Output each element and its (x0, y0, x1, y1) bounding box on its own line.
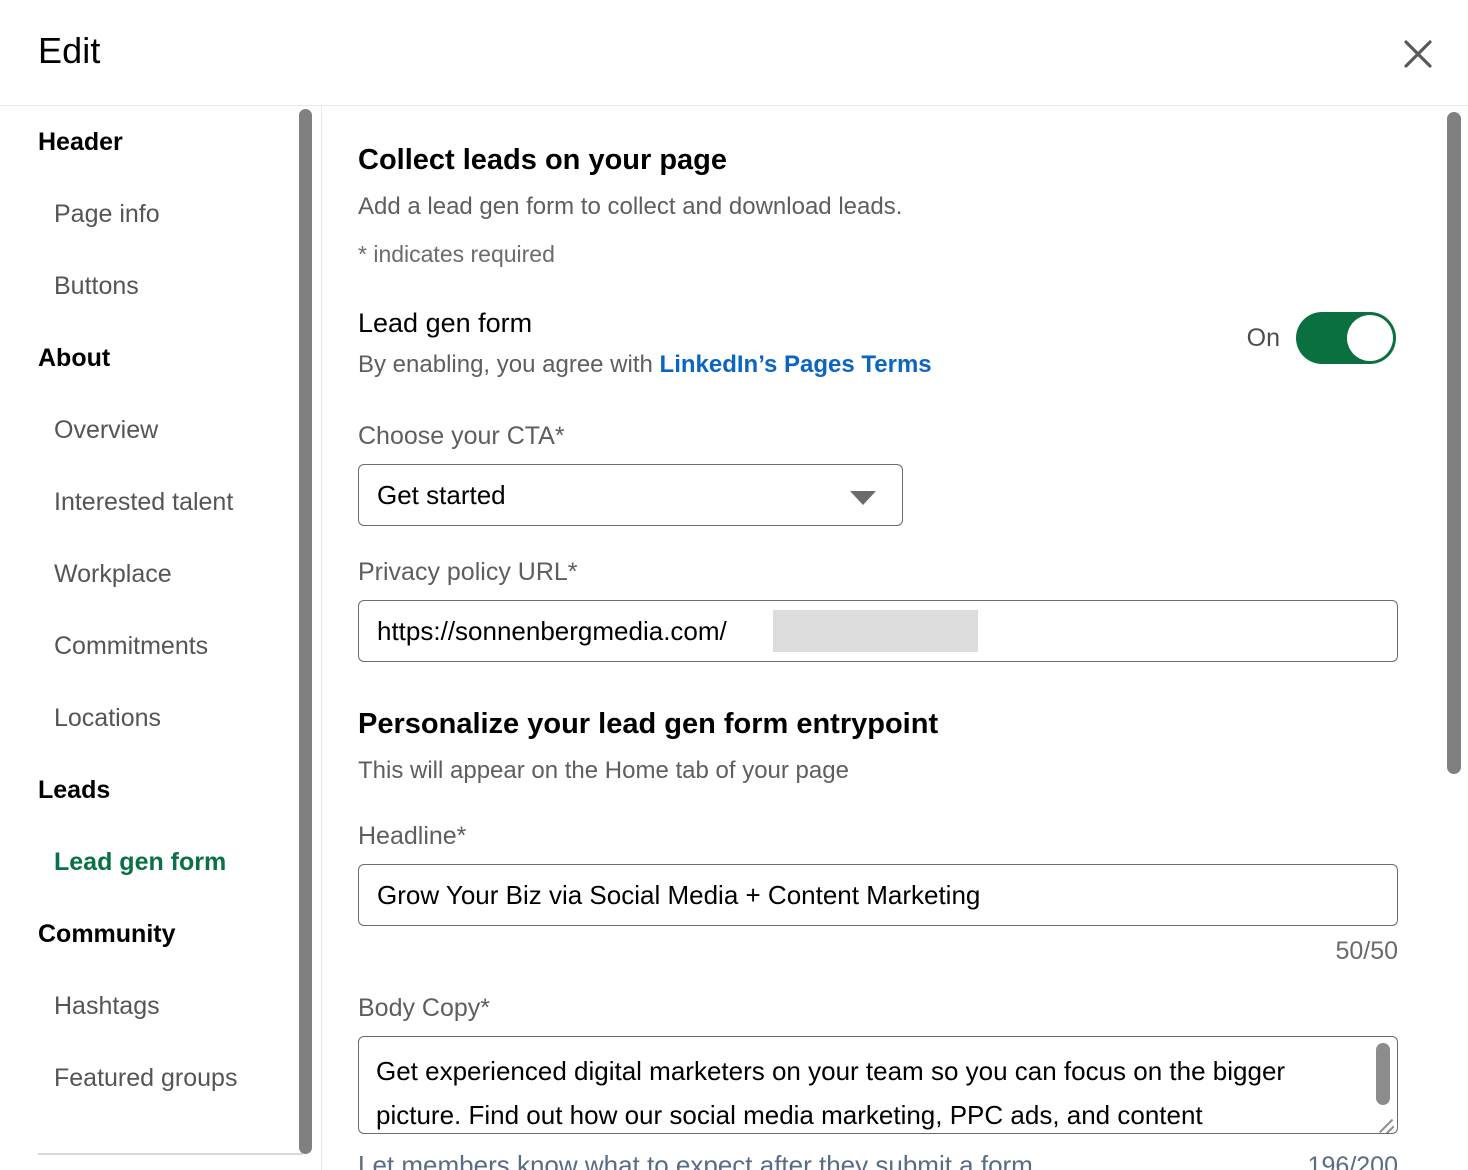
resize-handle-icon[interactable] (1375, 1111, 1395, 1131)
section-title: Collect leads on your page (358, 142, 1398, 178)
sidebar-item-commitments[interactable]: Commitments (0, 610, 321, 682)
body-copy-textarea[interactable]: Get experienced digital marketers on you… (358, 1036, 1398, 1134)
headline-field: Headline* 50/50 (358, 820, 1398, 966)
sidebar-item-buttons[interactable]: Buttons (0, 250, 321, 322)
lead-gen-form-label: Lead gen form (358, 306, 1398, 340)
personalize-title: Personalize your lead gen form entrypoin… (358, 706, 1398, 742)
cta-label: Choose your CTA* (358, 420, 1398, 452)
sidebar-group-header: Header (0, 106, 321, 178)
toggle-control-group: On (1247, 312, 1396, 364)
lead-gen-toggle-row: Lead gen form By enabling, you agree wit… (358, 306, 1398, 390)
section-subtitle: Add a lead gen form to collect and downl… (358, 192, 1398, 222)
body-copy-scrollbar[interactable] (1376, 1043, 1390, 1105)
cta-selected-value: Get started (377, 465, 506, 525)
privacy-url-value: https://sonnenbergmedia.com/ (377, 601, 727, 661)
sidebar-group-community: Community (0, 898, 321, 970)
privacy-url-input[interactable]: https://sonnenbergmedia.com/ (358, 600, 1398, 662)
personalize-subtitle: This will appear on the Home tab of your… (358, 756, 1398, 786)
consent-text: By enabling, you agree with LinkedIn’s P… (358, 350, 1398, 380)
toggle-knob (1347, 315, 1393, 361)
sidebar-scrollbar[interactable] (299, 109, 312, 1154)
lead-gen-form-panel: Collect leads on your page Add a lead ge… (322, 106, 1468, 1170)
sidebar-item-lead-gen-form[interactable]: Lead gen form (0, 826, 321, 898)
body-copy-value: Get experienced digital marketers on you… (376, 1049, 1355, 1134)
cta-select[interactable]: Get started (358, 464, 903, 526)
chevron-down-icon (850, 491, 876, 505)
sidebar-list: HeaderPage infoButtonsAboutOverviewInter… (0, 106, 321, 1114)
modal-header: Edit (0, 0, 1468, 106)
body-copy-field: Body Copy* Get experienced digital marke… (358, 992, 1398, 1170)
sidebar-nav: HeaderPage infoButtonsAboutOverviewInter… (0, 106, 322, 1170)
personalize-section: Personalize your lead gen form entrypoin… (358, 706, 1398, 786)
sidebar-group-leads: Leads (0, 754, 321, 826)
headline-label: Headline* (358, 820, 1398, 852)
sidebar-divider (38, 1153, 303, 1155)
body-copy-footer: Let members know what to expect after th… (358, 1150, 1398, 1170)
sidebar-item-locations[interactable]: Locations (0, 682, 321, 754)
sidebar-item-workplace[interactable]: Workplace (0, 538, 321, 610)
sidebar-group-about: About (0, 322, 321, 394)
pages-terms-link[interactable]: LinkedIn’s Pages Terms (660, 351, 932, 378)
modal-body: HeaderPage infoButtonsAboutOverviewInter… (0, 106, 1468, 1170)
body-copy-label: Body Copy* (358, 992, 1398, 1024)
privacy-url-label: Privacy policy URL* (358, 556, 1398, 588)
sidebar-item-interested-talent[interactable]: Interested talent (0, 466, 321, 538)
cta-field: Choose your CTA* Get started (358, 420, 1398, 526)
lead-gen-form-toggle[interactable] (1296, 312, 1396, 364)
body-copy-helper-link[interactable]: Let members know what to expect after th… (358, 1150, 1033, 1170)
body-copy-counter: 196/200 (1308, 1152, 1398, 1170)
headline-input[interactable] (358, 864, 1398, 926)
toggle-state-label: On (1247, 324, 1280, 353)
content-scrollbar[interactable] (1447, 112, 1461, 774)
sidebar-item-featured-groups[interactable]: Featured groups (0, 1042, 321, 1114)
headline-counter: 50/50 (358, 936, 1398, 966)
close-button[interactable] (1390, 26, 1446, 82)
sidebar-item-page-info[interactable]: Page info (0, 178, 321, 250)
close-icon (1398, 34, 1438, 74)
edit-page-modal: Edit HeaderPage infoButtonsAboutOverview… (0, 0, 1468, 1170)
sidebar-item-overview[interactable]: Overview (0, 394, 321, 466)
required-indicator-note: * indicates required (358, 240, 1398, 268)
page-title: Edit (38, 28, 100, 74)
sidebar-item-hashtags[interactable]: Hashtags (0, 970, 321, 1042)
consent-prefix: By enabling, you agree with (358, 351, 660, 378)
privacy-url-field: Privacy policy URL* https://sonnenbergme… (358, 556, 1398, 662)
redaction-block (773, 610, 978, 652)
